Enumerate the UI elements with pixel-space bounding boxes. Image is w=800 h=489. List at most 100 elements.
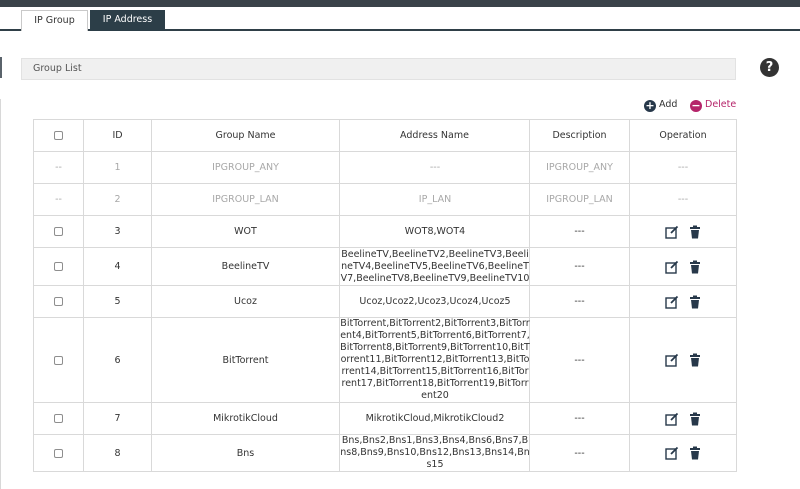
- column-header-operation: Operation: [629, 119, 737, 152]
- row-address-text: Ucoz,Ucoz2,Ucoz3,Ucoz4,Ucoz5: [359, 295, 511, 307]
- row-select-cell: [33, 215, 84, 248]
- row-checkbox[interactable]: [54, 297, 63, 306]
- row-description: ---: [529, 247, 630, 286]
- select-all-cell: [33, 119, 84, 152]
- edit-icon[interactable]: [665, 353, 679, 367]
- delete-label: Delete: [705, 99, 737, 110]
- edit-icon[interactable]: [665, 412, 679, 426]
- edit-icon[interactable]: [665, 225, 679, 239]
- row-operations: [629, 402, 737, 435]
- table-row: 8 Bns Bns,Bns2,Bns1,Bns3,Bns4,Bns6,Bns7,…: [33, 434, 737, 472]
- tab-ip-group[interactable]: IP Group: [21, 10, 88, 31]
- edit-icon[interactable]: [665, 446, 679, 460]
- row-address-text: BitTorrent,BitTorrent2,BitTorrent3,BitTo…: [340, 318, 530, 401]
- row-address-name: Ucoz,Ucoz2,Ucoz3,Ucoz4,Ucoz5: [339, 285, 530, 318]
- row-group-name: Ucoz: [151, 285, 340, 318]
- row-address-name: MikrotikCloud,MikrotikCloud2: [339, 402, 530, 435]
- edit-icon[interactable]: [665, 295, 679, 309]
- row-id: 5: [83, 285, 152, 318]
- row-group-name: Bns: [151, 434, 340, 472]
- sidebar-edge-marker: [0, 57, 2, 78]
- section-title: Group List: [33, 63, 82, 74]
- delete-button[interactable]: − Delete: [690, 98, 736, 112]
- row-select-cell: [33, 285, 84, 318]
- row-description: ---: [529, 434, 630, 472]
- row-operations: [629, 317, 737, 403]
- row-address-name: BeelineTV,BeelineTV2,BeelineTV3,BeelineT…: [339, 247, 530, 286]
- row-operation-placeholder: ---: [629, 183, 737, 216]
- row-id: 8: [83, 434, 152, 472]
- row-operations: [629, 215, 737, 248]
- row-check-placeholder: --: [33, 151, 84, 184]
- row-group-name: BitTorrent: [151, 317, 340, 403]
- row-operations: [629, 247, 737, 286]
- row-address-text: ---: [429, 161, 441, 173]
- tab-bar: IP Group IP Address: [0, 7, 800, 31]
- group-list-header: Group List: [21, 58, 736, 80]
- row-checkbox[interactable]: [54, 355, 63, 365]
- row-id: 7: [83, 402, 152, 435]
- table-row: 4 BeelineTV BeelineTV,BeelineTV2,Beeline…: [33, 247, 737, 286]
- row-address-text: WOT8,WOT4: [404, 225, 466, 237]
- row-select-cell: [33, 247, 84, 286]
- row-description: IPGROUP_ANY: [529, 151, 630, 184]
- row-description: ---: [529, 285, 630, 318]
- column-header-group-name: Group Name: [151, 119, 340, 152]
- row-operations: [629, 285, 737, 318]
- table-row: 3 WOT WOT8,WOT4 ---: [33, 215, 737, 248]
- minus-circle-icon: −: [690, 99, 702, 112]
- add-button[interactable]: + Add: [644, 98, 677, 112]
- row-group-name: IPGROUP_ANY: [151, 151, 340, 184]
- trash-icon[interactable]: [689, 225, 701, 239]
- row-address-name: Bns,Bns2,Bns1,Bns3,Bns4,Bns6,Bns7,Bns8,B…: [339, 434, 530, 472]
- table-row: 6 BitTorrent BitTorrent,BitTorrent2,BitT…: [33, 317, 737, 403]
- help-icon[interactable]: ?: [760, 58, 779, 77]
- column-header-address-name: Address Name: [339, 119, 530, 152]
- row-address-text: IP_LAN: [418, 193, 452, 205]
- column-header-id: ID: [83, 119, 152, 152]
- trash-icon[interactable]: [689, 260, 701, 274]
- row-group-name: MikrotikCloud: [151, 402, 340, 435]
- edit-icon[interactable]: [665, 260, 679, 274]
- trash-icon[interactable]: [689, 412, 701, 426]
- row-address-name: WOT8,WOT4: [339, 215, 530, 248]
- row-select-cell: [33, 402, 84, 435]
- row-checkbox[interactable]: [54, 262, 63, 271]
- row-address-text: MikrotikCloud,MikrotikCloud2: [365, 412, 505, 424]
- row-group-name: WOT: [151, 215, 340, 248]
- table-row: -- 2 IPGROUP_LAN IP_LAN IPGROUP_LAN ---: [33, 183, 737, 216]
- row-checkbox[interactable]: [54, 227, 63, 236]
- table-row: -- 1 IPGROUP_ANY --- IPGROUP_ANY ---: [33, 151, 737, 184]
- row-address-text: Bns,Bns2,Bns1,Bns3,Bns4,Bns6,Bns7,Bns8,B…: [340, 435, 530, 470]
- row-address-name: ---: [339, 151, 530, 184]
- table-header-row: ID Group Name Address Name Description O…: [33, 119, 737, 152]
- row-address-text: BeelineTV,BeelineTV2,BeelineTV3,BeelineT…: [340, 248, 530, 284]
- row-operations: [629, 434, 737, 472]
- row-checkbox[interactable]: [54, 414, 63, 423]
- row-address-name: BitTorrent,BitTorrent2,BitTorrent3,BitTo…: [339, 317, 530, 403]
- plus-circle-icon: +: [644, 99, 656, 112]
- row-address-name: IP_LAN: [339, 183, 530, 216]
- tab-ip-address[interactable]: IP Address: [90, 10, 165, 31]
- top-bar: [0, 0, 800, 7]
- table-row: 5 Ucoz Ucoz,Ucoz2,Ucoz3,Ucoz4,Ucoz5 ---: [33, 285, 737, 318]
- app-root: IP Group IP Address Group List ? + Add − D…: [0, 0, 800, 489]
- trash-icon[interactable]: [689, 446, 701, 460]
- row-id: 1: [83, 151, 152, 184]
- row-operation-placeholder: ---: [629, 151, 737, 184]
- row-description: ---: [529, 317, 630, 403]
- row-checkbox[interactable]: [54, 448, 63, 458]
- trash-icon[interactable]: [689, 353, 701, 367]
- select-all-checkbox[interactable]: [54, 131, 63, 140]
- row-id: 6: [83, 317, 152, 403]
- row-description: ---: [529, 215, 630, 248]
- group-table: ID Group Name Address Name Description O…: [33, 119, 737, 472]
- row-id: 3: [83, 215, 152, 248]
- sidebar-edge-line: [0, 99, 1, 489]
- add-label: Add: [659, 99, 678, 110]
- row-id: 4: [83, 247, 152, 286]
- row-group-name: BeelineTV: [151, 247, 340, 286]
- row-id: 2: [83, 183, 152, 216]
- row-select-cell: [33, 317, 84, 403]
- trash-icon[interactable]: [689, 295, 701, 309]
